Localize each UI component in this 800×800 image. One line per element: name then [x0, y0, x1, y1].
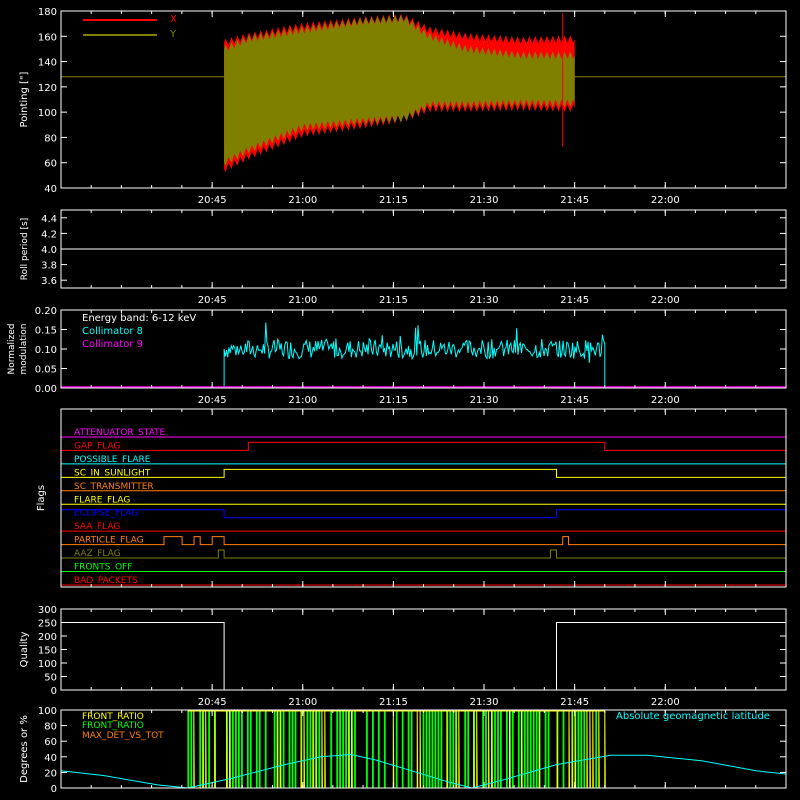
x-tick-label: 21:00 [288, 195, 317, 206]
y-tick-label: 150 [38, 646, 57, 657]
y-tick-label: 100 [38, 659, 57, 670]
panel-frame [60, 408, 787, 588]
flag-label-gap-flag: GAP_FLAG [74, 441, 120, 451]
x-tick-label: 21:15 [379, 697, 408, 708]
quality-series [61, 622, 786, 691]
x-tick-label: 20:45 [198, 195, 227, 206]
y-tick-label: 140 [38, 58, 57, 69]
front-ratio-2-series [187, 709, 605, 789]
x-tick-label: 21:15 [379, 295, 408, 306]
y-tick-label: 0.05 [35, 365, 57, 376]
legend-label-collimator-9: Collimator 9 [82, 339, 143, 350]
y-tick-label: 0 [51, 784, 57, 795]
flag-label-flare-flag: FLARE_FLAG [74, 495, 130, 505]
plot-canvas: 20:45 21:00 21:15 21:30 21:45 22:00 40 60 80 100 1… [7, 7, 787, 795]
y-tick-label: 50 [44, 673, 57, 684]
x-tick-label: 20:45 [198, 697, 227, 708]
y-axis-label: Pointing ["] [19, 71, 30, 127]
flag-label-attenuator-state: ATTENUATOR_STATE [74, 428, 166, 438]
x-tick-label: 20:45 [198, 295, 227, 306]
x-tick-label: 21:45 [560, 295, 589, 306]
y-tick-label: 120 [38, 83, 57, 94]
x-tick-label: 21:00 [288, 295, 317, 306]
y-tick-label: 3.6 [41, 276, 57, 287]
y-tick-label: 3.8 [41, 261, 57, 272]
y-tick-label: 160 [38, 32, 57, 43]
y-tick-label: 80 [44, 133, 57, 144]
y-tick-label: 20 [44, 768, 57, 779]
x-tick-label: 21:15 [379, 195, 408, 206]
y-tick-label: 200 [38, 632, 57, 643]
x-tick-label: 21:45 [560, 697, 589, 708]
y-tick-label: 100 [38, 108, 57, 119]
y-axis-label: Flags [36, 485, 47, 511]
y-tick-label: 40 [44, 753, 57, 764]
y-tick-label: 300 [38, 605, 57, 616]
x-tick-label: 21:00 [288, 395, 317, 406]
flag-label-eclipse-flag: ECLIPSE_FLAG [74, 509, 138, 519]
x-tick-label: 22:00 [651, 295, 680, 306]
flag-label-sc-in-sunlight: SC_IN_SUNLIGHT [74, 468, 151, 478]
y-tick-label: 0.10 [35, 345, 57, 356]
y-tick-label: 100 [38, 706, 57, 717]
legend-label-front-ratio-2: FRONT_RATIO [82, 721, 144, 731]
annotation-energy-band: Energy band: 6-12 keV [82, 313, 196, 324]
legend-label-max-det: MAX_DET_VS_TOT [82, 731, 164, 741]
legend-label-y: Y [169, 29, 177, 40]
x-tick-label: 21:30 [470, 295, 499, 306]
y-tick-label: 40 [44, 184, 57, 195]
x-tick-label: 21:45 [560, 195, 589, 206]
y-tick-label: 4.2 [41, 229, 57, 240]
flag-label-aaz-flag: AAZ_FLAG [74, 549, 121, 559]
x-tick-label: 22:00 [651, 395, 680, 406]
y-tick-label: 60 [44, 737, 57, 748]
flag-label-fronts-off: FRONTS_OFF [74, 563, 132, 573]
y-tick-label: 80 [44, 722, 57, 733]
flag-series-sc-in-sunlight [61, 468, 786, 478]
annotation-geomag-latitude: Absolute geomagnetic latitude [616, 711, 770, 722]
x-tick-label: 22:00 [651, 195, 680, 206]
panel-frame [60, 608, 787, 691]
flag-series-gap-flag [61, 441, 786, 451]
flag-label-particle-flag: PARTICLE_FLAG [74, 536, 144, 546]
legend-label-collimator-8: Collimator 8 [82, 326, 143, 337]
y-tick-label: 4.4 [41, 214, 57, 225]
y-tick-label: 180 [38, 7, 57, 18]
y-tick-label: 250 [38, 619, 57, 630]
x-tick-label: 21:00 [288, 697, 317, 708]
x-tick-label: 21:15 [379, 395, 408, 406]
y-axis-label: modulation [19, 324, 29, 375]
flag-label-bad-packets: BAD_PACKETS [74, 576, 138, 586]
x-tick-label: 22:00 [651, 697, 680, 708]
x-tick-label: 21:30 [470, 697, 499, 708]
y-axis-label: Quality [19, 632, 30, 668]
flag-series-particle-flag [61, 536, 786, 546]
y-tick-label: 60 [44, 159, 57, 170]
y-tick-label: 0.20 [35, 306, 57, 317]
y-axis-label: Normalized [7, 323, 17, 374]
flag-label-possible-flare: POSSIBLE_FLARE [74, 455, 151, 465]
flag-series-eclipse-flag [61, 509, 786, 519]
flag-label-sc-transmitter: SC_TRANSMITTER [74, 482, 154, 492]
flag-series-aaz-flag [61, 549, 786, 559]
flag-label-saa-flag: SAA_FLAG [74, 522, 120, 532]
y-tick-label: 4.0 [41, 245, 57, 256]
collimator-8-series [223, 322, 606, 388]
x-tick-label: 21:45 [560, 395, 589, 406]
x-tick-label: 21:30 [470, 395, 499, 406]
y-axis-label: Degrees or % [19, 715, 30, 783]
x-tick-label: 21:30 [470, 195, 499, 206]
y-tick-label: 0.00 [35, 384, 57, 395]
y-axis-label: Roll period [s] [20, 218, 30, 280]
y-tick-label: 0.15 [35, 326, 57, 337]
legend-label-x: X [170, 14, 177, 25]
x-tick-label: 20:45 [198, 395, 227, 406]
y-tick-label: 0 [51, 686, 57, 697]
